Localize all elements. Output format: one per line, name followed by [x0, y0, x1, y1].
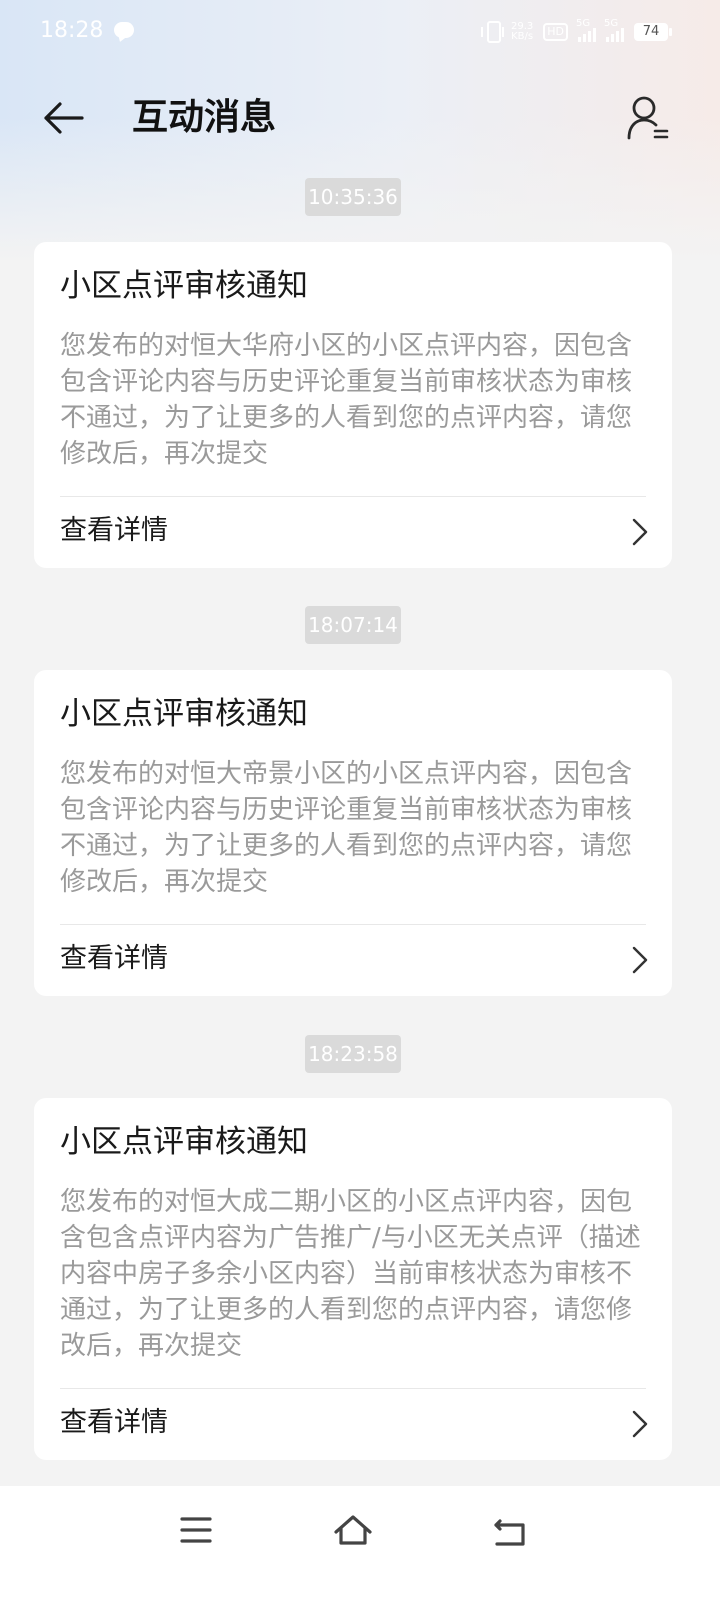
back-button[interactable]	[38, 96, 88, 140]
message-body: 您发布的对恒大华府小区的小区点评内容，因包含包含评论内容与历史评论重复当前审核状…	[60, 331, 633, 469]
status-icons: 29.3 KB/s HD 5G 5G 74	[480, 18, 672, 46]
message-title: 小区点评审核通知	[60, 1124, 308, 1160]
view-details-link[interactable]: 查看详情	[34, 925, 672, 995]
home-icon	[334, 1515, 372, 1545]
message-timestamp: 18:07:14	[305, 606, 401, 644]
view-details-label: 查看详情	[60, 1407, 168, 1438]
view-details-label: 查看详情	[60, 943, 168, 974]
view-details-label: 查看详情	[60, 515, 168, 546]
message-card: 小区点评审核通知 您发布的对恒大华府小区的小区点评内容，因包含包含评论内容与历史…	[34, 242, 672, 568]
message-timestamp: 10:35:36	[305, 178, 401, 216]
chevron-right-icon	[632, 518, 648, 546]
status-time: 18:28	[40, 18, 104, 43]
menu-icon	[180, 1517, 212, 1543]
message-body: 您发布的对恒大帝景小区的小区点评内容，因包含包含评论内容与历史评论重复当前审核状…	[60, 759, 633, 897]
sim1-network-type: 5G	[576, 18, 591, 29]
message-card: 小区点评审核通知 您发布的对恒大帝景小区的小区点评内容，因包含包含评论内容与历史…	[34, 670, 672, 996]
user-settings-button[interactable]	[626, 94, 672, 142]
page-title: 互动消息	[132, 97, 277, 138]
message-card: 小区点评审核通知 您发布的对恒大成二期小区的小区点评内容，因包含包含点评内容为广…	[34, 1098, 672, 1460]
chat-notification-icon	[114, 22, 134, 38]
battery-icon: 74	[634, 23, 672, 41]
sim2-network-type: 5G	[604, 18, 619, 29]
chevron-right-icon	[632, 1410, 648, 1438]
battery-level: 74	[642, 24, 660, 39]
message-title: 小区点评审核通知	[60, 696, 308, 732]
system-navigation-bar	[0, 1486, 720, 1600]
nav-menu-button[interactable]	[166, 1506, 226, 1556]
network-speed: 29.3 KB/s	[511, 22, 533, 42]
vibrate-icon	[480, 21, 504, 43]
nav-back-button[interactable]	[480, 1506, 540, 1556]
chevron-right-icon	[632, 946, 648, 974]
user-settings-icon	[627, 96, 669, 140]
view-details-link[interactable]: 查看详情	[34, 497, 672, 567]
hd-badge: HD	[543, 23, 568, 41]
signal-icon-sim2: 5G	[604, 18, 624, 42]
status-bar: 18:28 29.3 KB/s HD 5G 5G 74	[0, 0, 720, 64]
network-speed-unit: KB/s	[511, 31, 534, 42]
signal-icon-sim1: 5G	[576, 18, 596, 42]
message-title: 小区点评审核通知	[60, 268, 308, 304]
app-header: 互动消息	[0, 80, 720, 156]
arrow-left-icon	[44, 102, 84, 134]
view-details-link[interactable]: 查看详情	[34, 1389, 672, 1459]
message-body: 您发布的对恒大成二期小区的小区点评内容，因包含包含点评内容为广告推广/与小区无关…	[60, 1187, 641, 1361]
back-icon	[494, 1519, 525, 1546]
nav-home-button[interactable]	[323, 1506, 383, 1556]
message-timestamp: 18:23:58	[305, 1035, 401, 1073]
